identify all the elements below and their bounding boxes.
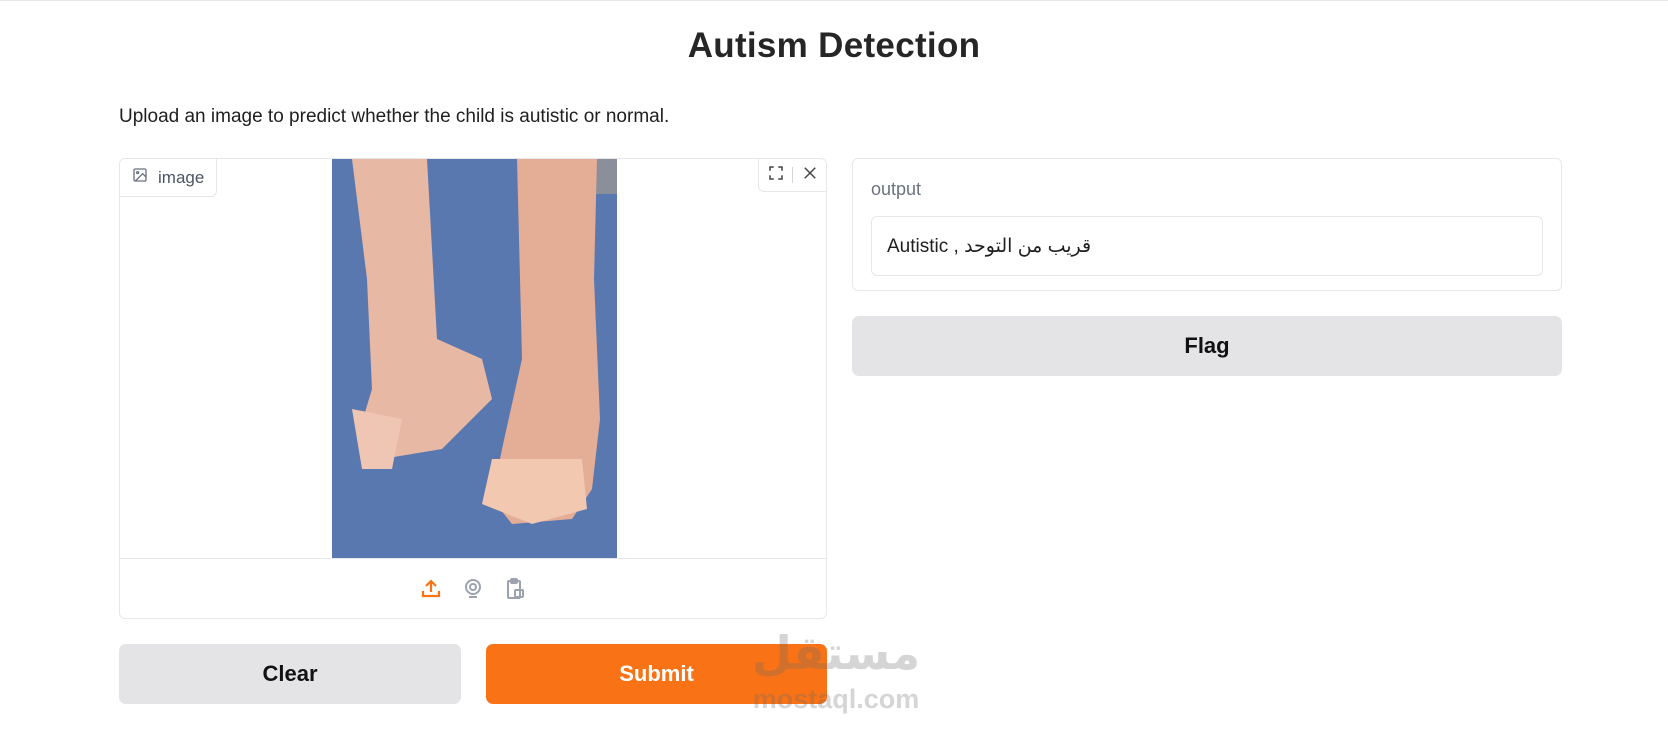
clipboard-icon[interactable] — [502, 576, 528, 602]
image-input-panel[interactable]: image — [119, 158, 827, 619]
webcam-icon[interactable] — [460, 576, 486, 602]
image-label-text: image — [158, 167, 205, 187]
output-label: output — [871, 179, 922, 199]
uploaded-image — [332, 159, 617, 559]
flag-button[interactable]: Flag — [852, 316, 1562, 376]
output-textbox[interactable]: Autistic , قريب من التوحد — [871, 216, 1543, 276]
close-icon[interactable] — [801, 164, 819, 187]
page-description: Upload an image to predict whether the c… — [119, 106, 670, 127]
image-toolbar — [758, 159, 826, 192]
submit-button[interactable]: Submit — [486, 644, 827, 704]
clear-button[interactable]: Clear — [119, 644, 461, 704]
upload-icon[interactable] — [418, 576, 444, 602]
output-panel: output Autistic , قريب من التوحد — [852, 158, 1562, 291]
fullscreen-icon[interactable] — [767, 164, 785, 187]
top-divider — [0, 0, 1668, 1]
image-icon — [132, 167, 148, 188]
image-input-label: image — [120, 159, 218, 197]
page-title: Autism Detection — [687, 26, 981, 65]
toolbar-divider — [792, 167, 793, 183]
image-source-bar — [120, 558, 826, 618]
